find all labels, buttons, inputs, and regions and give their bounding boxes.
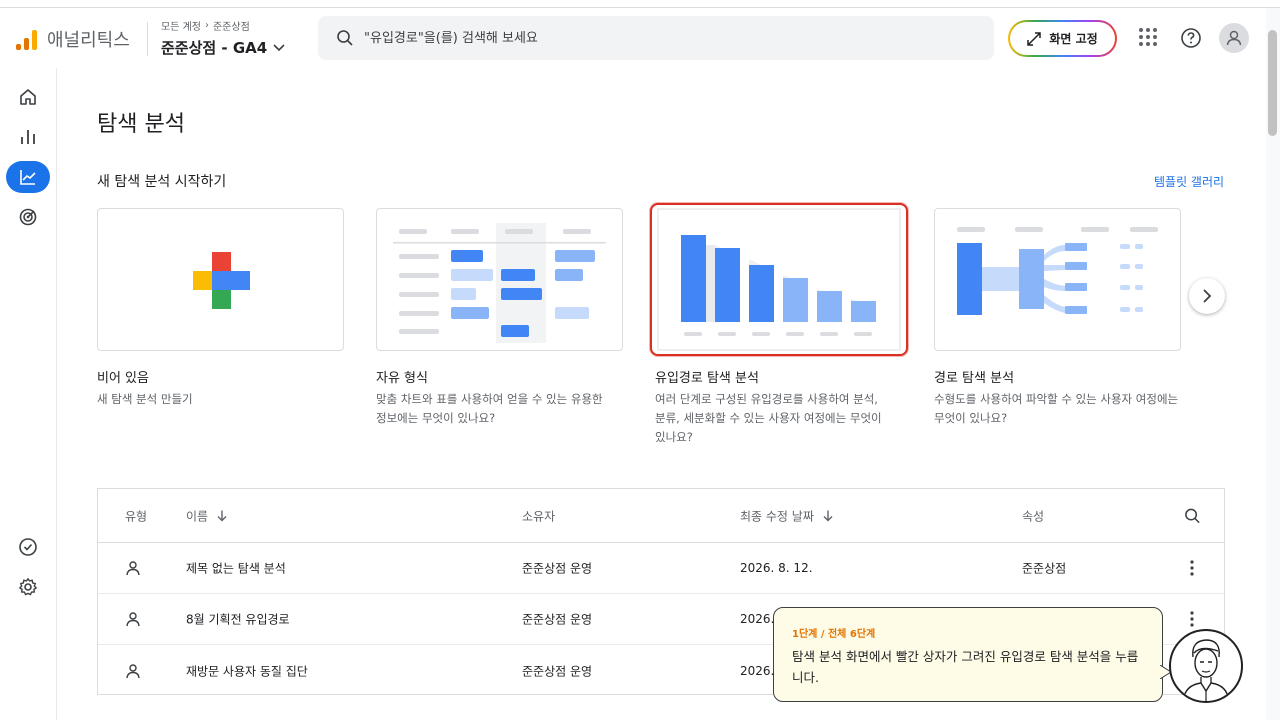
- row-owner: 준준상점 운영: [522, 664, 593, 678]
- page-title: 탐색 분석: [97, 112, 185, 137]
- nav-explore[interactable]: [6, 161, 50, 193]
- tutorial-tooltip: 1단계 / 전체 6단계 탐색 분석 화면에서 빨간 상자가 그려진 유입경로 …: [773, 607, 1163, 702]
- guide-person-icon: [1182, 639, 1230, 701]
- card-funnel-desc: 여러 단계로 구성된 유입경로를 사용하여 분석, 분류, 세분화할 수 있는 …: [655, 392, 882, 444]
- account-avatar[interactable]: [1219, 23, 1249, 53]
- reports-icon: [21, 130, 35, 144]
- tutorial-step-counter: 1단계 / 전체 6단계: [792, 629, 876, 640]
- property-name: 준준상점 - GA4: [161, 39, 268, 57]
- search-icon: [337, 30, 353, 46]
- carousel-next-button[interactable]: [1189, 278, 1225, 314]
- apps-grid-icon[interactable]: [1139, 28, 1159, 48]
- pin-screen-button[interactable]: 화면 고정: [1008, 20, 1117, 57]
- check-circle-icon: [19, 538, 37, 556]
- arrow-down-icon: [823, 510, 833, 521]
- breadcrumb-account: 준준상점: [212, 22, 250, 33]
- more-options-icon[interactable]: [1190, 611, 1194, 627]
- funnel-illustration: [657, 208, 901, 351]
- chevron-right-icon: [1203, 289, 1212, 303]
- row-owner: 준준상점 운영: [522, 561, 593, 576]
- help-icon[interactable]: [1180, 27, 1202, 49]
- nav-configure[interactable]: [6, 531, 50, 563]
- search-icon: [1185, 508, 1200, 523]
- chevron-down-icon: [273, 43, 285, 51]
- user-type-icon: [125, 663, 141, 679]
- col-name-label: 이름: [186, 509, 209, 523]
- card-free-form[interactable]: [376, 208, 623, 351]
- free-form-illustration: [393, 223, 606, 343]
- table-search-button[interactable]: [1184, 507, 1201, 524]
- advertising-icon: [19, 208, 37, 226]
- browser-top-edge: [0, 0, 1280, 8]
- card-path-title[interactable]: 경로 탐색 분석: [934, 367, 1014, 386]
- user-type-icon: [125, 560, 141, 576]
- left-navigation-rail: [0, 68, 57, 720]
- row-name[interactable]: 제목 없는 탐색 분석: [186, 560, 286, 577]
- template-gallery-link[interactable]: 템플릿 갤러리: [1154, 173, 1224, 190]
- col-name[interactable]: 이름: [186, 507, 228, 524]
- col-modified-label: 최종 수정 날짜: [740, 509, 814, 523]
- card-funnel-exploration[interactable]: [650, 203, 908, 356]
- gear-icon: [19, 578, 37, 596]
- property-selector[interactable]: 준준상점 - GA4: [161, 37, 285, 58]
- pin-screen-label: 화면 고정: [1049, 32, 1098, 46]
- search-bar[interactable]: [318, 16, 994, 60]
- card-blank-title[interactable]: 비어 있음: [97, 367, 149, 386]
- table-header: 유형 이름 소유자 최종 수정 날짜 속성: [98, 489, 1224, 543]
- table-row[interactable]: 제목 없는 탐색 분석 준준상점 운영 2026. 8. 12. 준준상점: [98, 543, 1224, 594]
- path-illustration: [957, 227, 1158, 315]
- tutorial-message: 탐색 분석 화면에서 빨간 상자가 그려진 유입경로 탐색 분석을 누릅니다.: [792, 649, 1139, 685]
- explore-icon: [20, 170, 36, 185]
- breadcrumb-all-accounts: 모든 계정: [161, 22, 201, 33]
- breadcrumb[interactable]: 모든 계정 › 준준상점: [161, 18, 250, 33]
- search-input[interactable]: [364, 16, 964, 60]
- expand-icon: [1027, 31, 1042, 46]
- col-property[interactable]: 속성: [1022, 507, 1044, 524]
- row-name[interactable]: 8월 기획전 유입경로: [186, 611, 290, 628]
- person-icon: [1226, 30, 1242, 46]
- row-property: 준준상점: [1022, 561, 1067, 576]
- page-scrollbar-thumb[interactable]: [1268, 30, 1277, 136]
- app-name[interactable]: 애널리틱스: [47, 26, 130, 52]
- row-date: 2026.: [740, 663, 775, 678]
- nav-reports[interactable]: [6, 121, 50, 153]
- card-path-desc: 수형도를 사용하여 파악할 수 있는 사용자 여정에는 무엇이 있나요?: [934, 392, 1179, 425]
- card-path-exploration[interactable]: [934, 208, 1181, 351]
- col-modified[interactable]: 최종 수정 날짜: [740, 507, 834, 524]
- card-blank-desc: 새 탐색 분석 만들기: [97, 392, 193, 406]
- header-divider: [147, 22, 148, 56]
- row-date: 2026.: [740, 612, 775, 626]
- user-type-icon: [125, 611, 141, 627]
- col-type: 유형: [125, 509, 148, 523]
- guide-mascot-avatar: [1169, 629, 1243, 703]
- card-free-form-desc: 맞춤 차트와 표를 사용하여 얻을 수 있는 유용한 정보에는 무엇이 있나요?: [376, 392, 603, 425]
- row-owner: 준준상점 운영: [522, 612, 593, 627]
- card-blank[interactable]: [97, 208, 344, 351]
- row-name[interactable]: 재방문 사용자 동질 집단: [186, 662, 308, 679]
- plus-icon: [193, 252, 250, 309]
- nav-advertising[interactable]: [6, 201, 50, 233]
- more-options-icon[interactable]: [1190, 560, 1194, 576]
- nav-admin[interactable]: [6, 571, 50, 603]
- row-date: 2026. 8. 12.: [740, 561, 813, 575]
- card-funnel-title[interactable]: 유입경로 탐색 분석: [655, 367, 759, 386]
- section-title: 새 탐색 분석 시작하기: [97, 174, 227, 190]
- top-header: 애널리틱스 모든 계정 › 준준상점 준준상점 - GA4 화면 고정: [0, 8, 1266, 68]
- arrow-down-icon: [217, 510, 227, 521]
- nav-home[interactable]: [6, 81, 50, 113]
- col-owner[interactable]: 소유자: [522, 507, 555, 524]
- card-free-form-title[interactable]: 자유 형식: [376, 367, 428, 386]
- analytics-logo-icon[interactable]: [16, 28, 38, 50]
- chevron-right-icon: ›: [204, 20, 209, 31]
- home-icon: [20, 89, 36, 105]
